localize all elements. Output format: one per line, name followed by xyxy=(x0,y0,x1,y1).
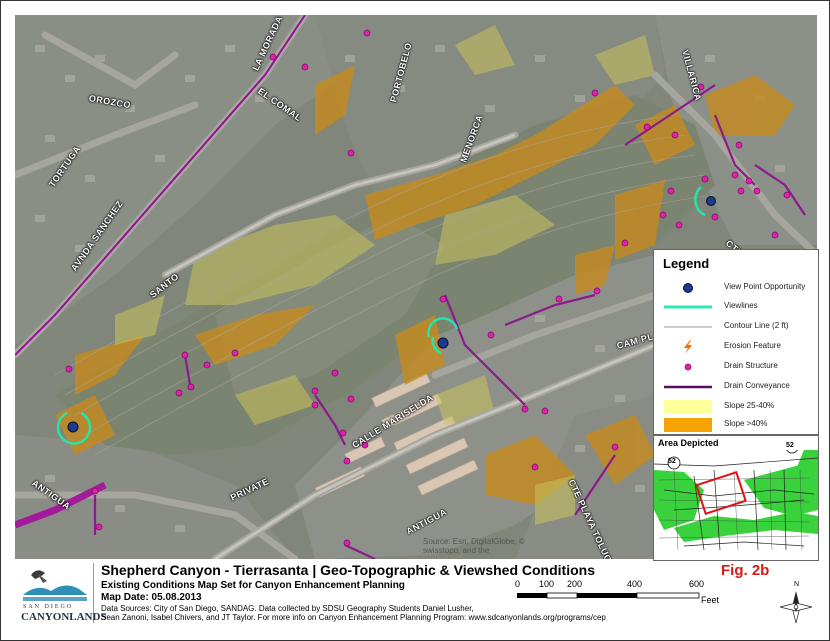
legend-item-contour-line: Contour Line (2 ft) xyxy=(654,319,818,335)
north-arrow: N xyxy=(778,581,814,625)
legend-item-view-point: View Point Opportunity xyxy=(654,280,818,296)
purple-line-icon xyxy=(664,385,712,389)
map-date: Map Date: 05.08.2013 xyxy=(101,592,202,603)
san-diego-canyonlands-logo: SAN DIEGO CANYONLANDS xyxy=(17,563,107,623)
legend-item-drain-structure: Drain Structure xyxy=(654,359,818,375)
legend-panel: Legend View Point Opportunity Viewlines … xyxy=(653,249,819,435)
logo-landscape-icon xyxy=(23,570,87,601)
legend-item-slope-40: Slope >40% xyxy=(654,417,818,433)
legend-item-drain-conveyance: Drain Conveyance xyxy=(654,379,818,395)
legend-title: Legend xyxy=(663,256,710,271)
lightning-icon xyxy=(684,340,692,354)
scale-bar: 0 100 200 400 600 Feet xyxy=(515,579,720,605)
yellow-fill-icon xyxy=(664,400,712,414)
north-arrow-icon xyxy=(779,591,813,624)
legend-item-slope-25-40: Slope 25-40% xyxy=(654,399,818,415)
blue-dot-icon xyxy=(683,283,693,293)
inset-map[interactable]: Area Depicted 52 52 xyxy=(653,435,819,561)
route-label-left: 52 xyxy=(668,458,676,465)
figure-label: Fig. 2b xyxy=(721,562,770,579)
orange-fill-icon xyxy=(664,418,712,432)
map-subtitle: Existing Conditions Map Set for Canyon E… xyxy=(101,580,405,591)
teal-line-icon xyxy=(664,305,712,309)
scale-bar-graphic xyxy=(517,592,700,599)
gray-line-icon xyxy=(664,326,712,328)
inset-title: Area Depicted xyxy=(658,438,719,448)
legend-item-viewlines: Viewlines xyxy=(654,299,818,315)
inset-map-graphic xyxy=(654,450,818,560)
route-label-right: 52 xyxy=(786,442,794,449)
imagery-credit: Source: Esri, DigitalGlobe, © swisstopo,… xyxy=(423,537,525,555)
legend-item-erosion: Erosion Feature xyxy=(654,339,818,355)
map-frame: LA MORADA EL COMAL PORTOBELO MENORCA VIL… xyxy=(0,0,830,641)
magenta-dot-icon xyxy=(684,363,692,371)
map-footer: SAN DIEGO CANYONLANDS Shepherd Canyon - … xyxy=(15,561,817,627)
map-title: Shepherd Canyon - Tierrasanta | Geo-Topo… xyxy=(101,562,595,578)
